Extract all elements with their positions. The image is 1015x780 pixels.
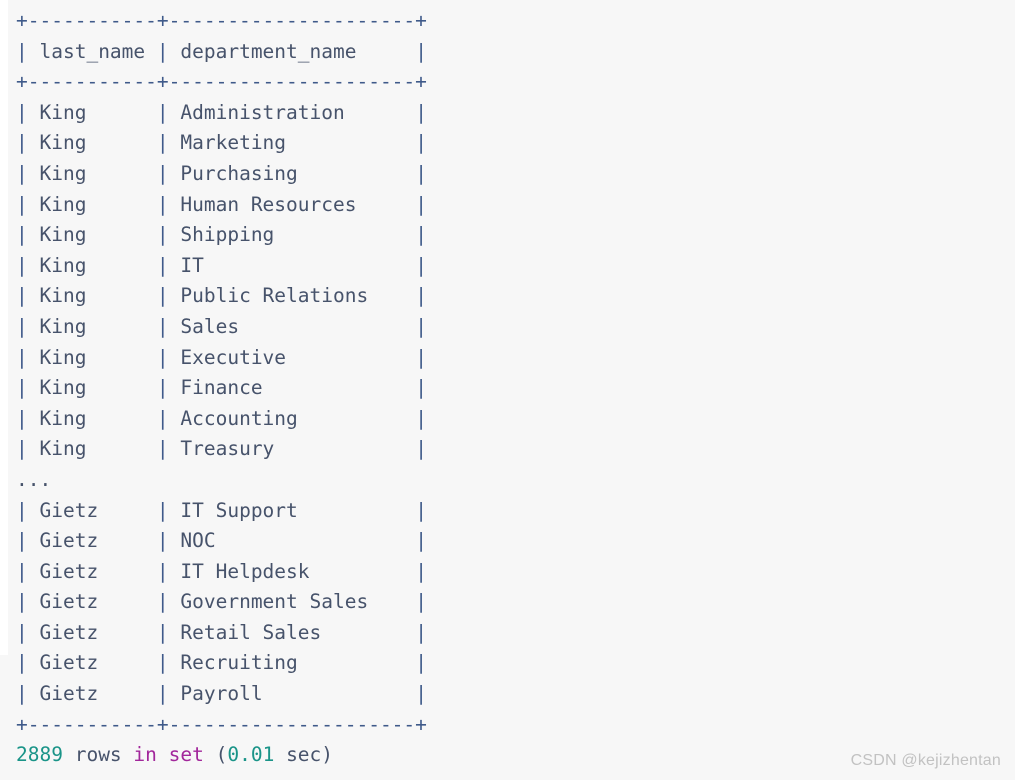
table-row: | Gietz | IT Support |	[16, 498, 427, 522]
table-row: | King | Public Relations |	[16, 284, 427, 308]
table-row: | King | Accounting |	[16, 406, 427, 430]
terminal-output[interactable]: +-----------+---------------------+ | las…	[0, 0, 427, 771]
table-row: | Gietz | Recruiting |	[16, 651, 427, 675]
table-row: | King | Human Resources |	[16, 192, 427, 216]
table-row: | Gietz | Retail Sales |	[16, 620, 427, 644]
table-row: | King | Marketing |	[16, 131, 427, 155]
table-row: | King | Executive |	[16, 345, 427, 369]
table-row: | King | Shipping |	[16, 223, 427, 247]
table-row: | King | Administration |	[16, 100, 427, 124]
table-row: | King | IT |	[16, 253, 427, 277]
table-truncation-ellipsis: ...	[16, 467, 52, 491]
table-header-row: | last_name | department_name |	[16, 39, 427, 63]
table-row: | Gietz | NOC |	[16, 529, 427, 553]
watermark: CSDN @kejizhentan	[850, 752, 1001, 769]
table-bottom-border: +-----------+---------------------+	[16, 712, 427, 736]
table-row: | Gietz | Payroll |	[16, 682, 427, 706]
table-row: | Gietz | IT Helpdesk |	[16, 559, 427, 583]
status-line: 2889 rows in set (0.01 sec)	[16, 743, 334, 767]
table-row: | Gietz | Government Sales |	[16, 590, 427, 614]
table-row: | King | Purchasing |	[16, 161, 427, 185]
table-top-border: +-----------+---------------------+	[16, 9, 427, 32]
table-header-separator: +-----------+---------------------+	[16, 70, 427, 94]
table-row: | King | Sales |	[16, 314, 427, 338]
table-row: | King | Treasury |	[16, 437, 427, 461]
table-row: | King | Finance |	[16, 376, 427, 400]
